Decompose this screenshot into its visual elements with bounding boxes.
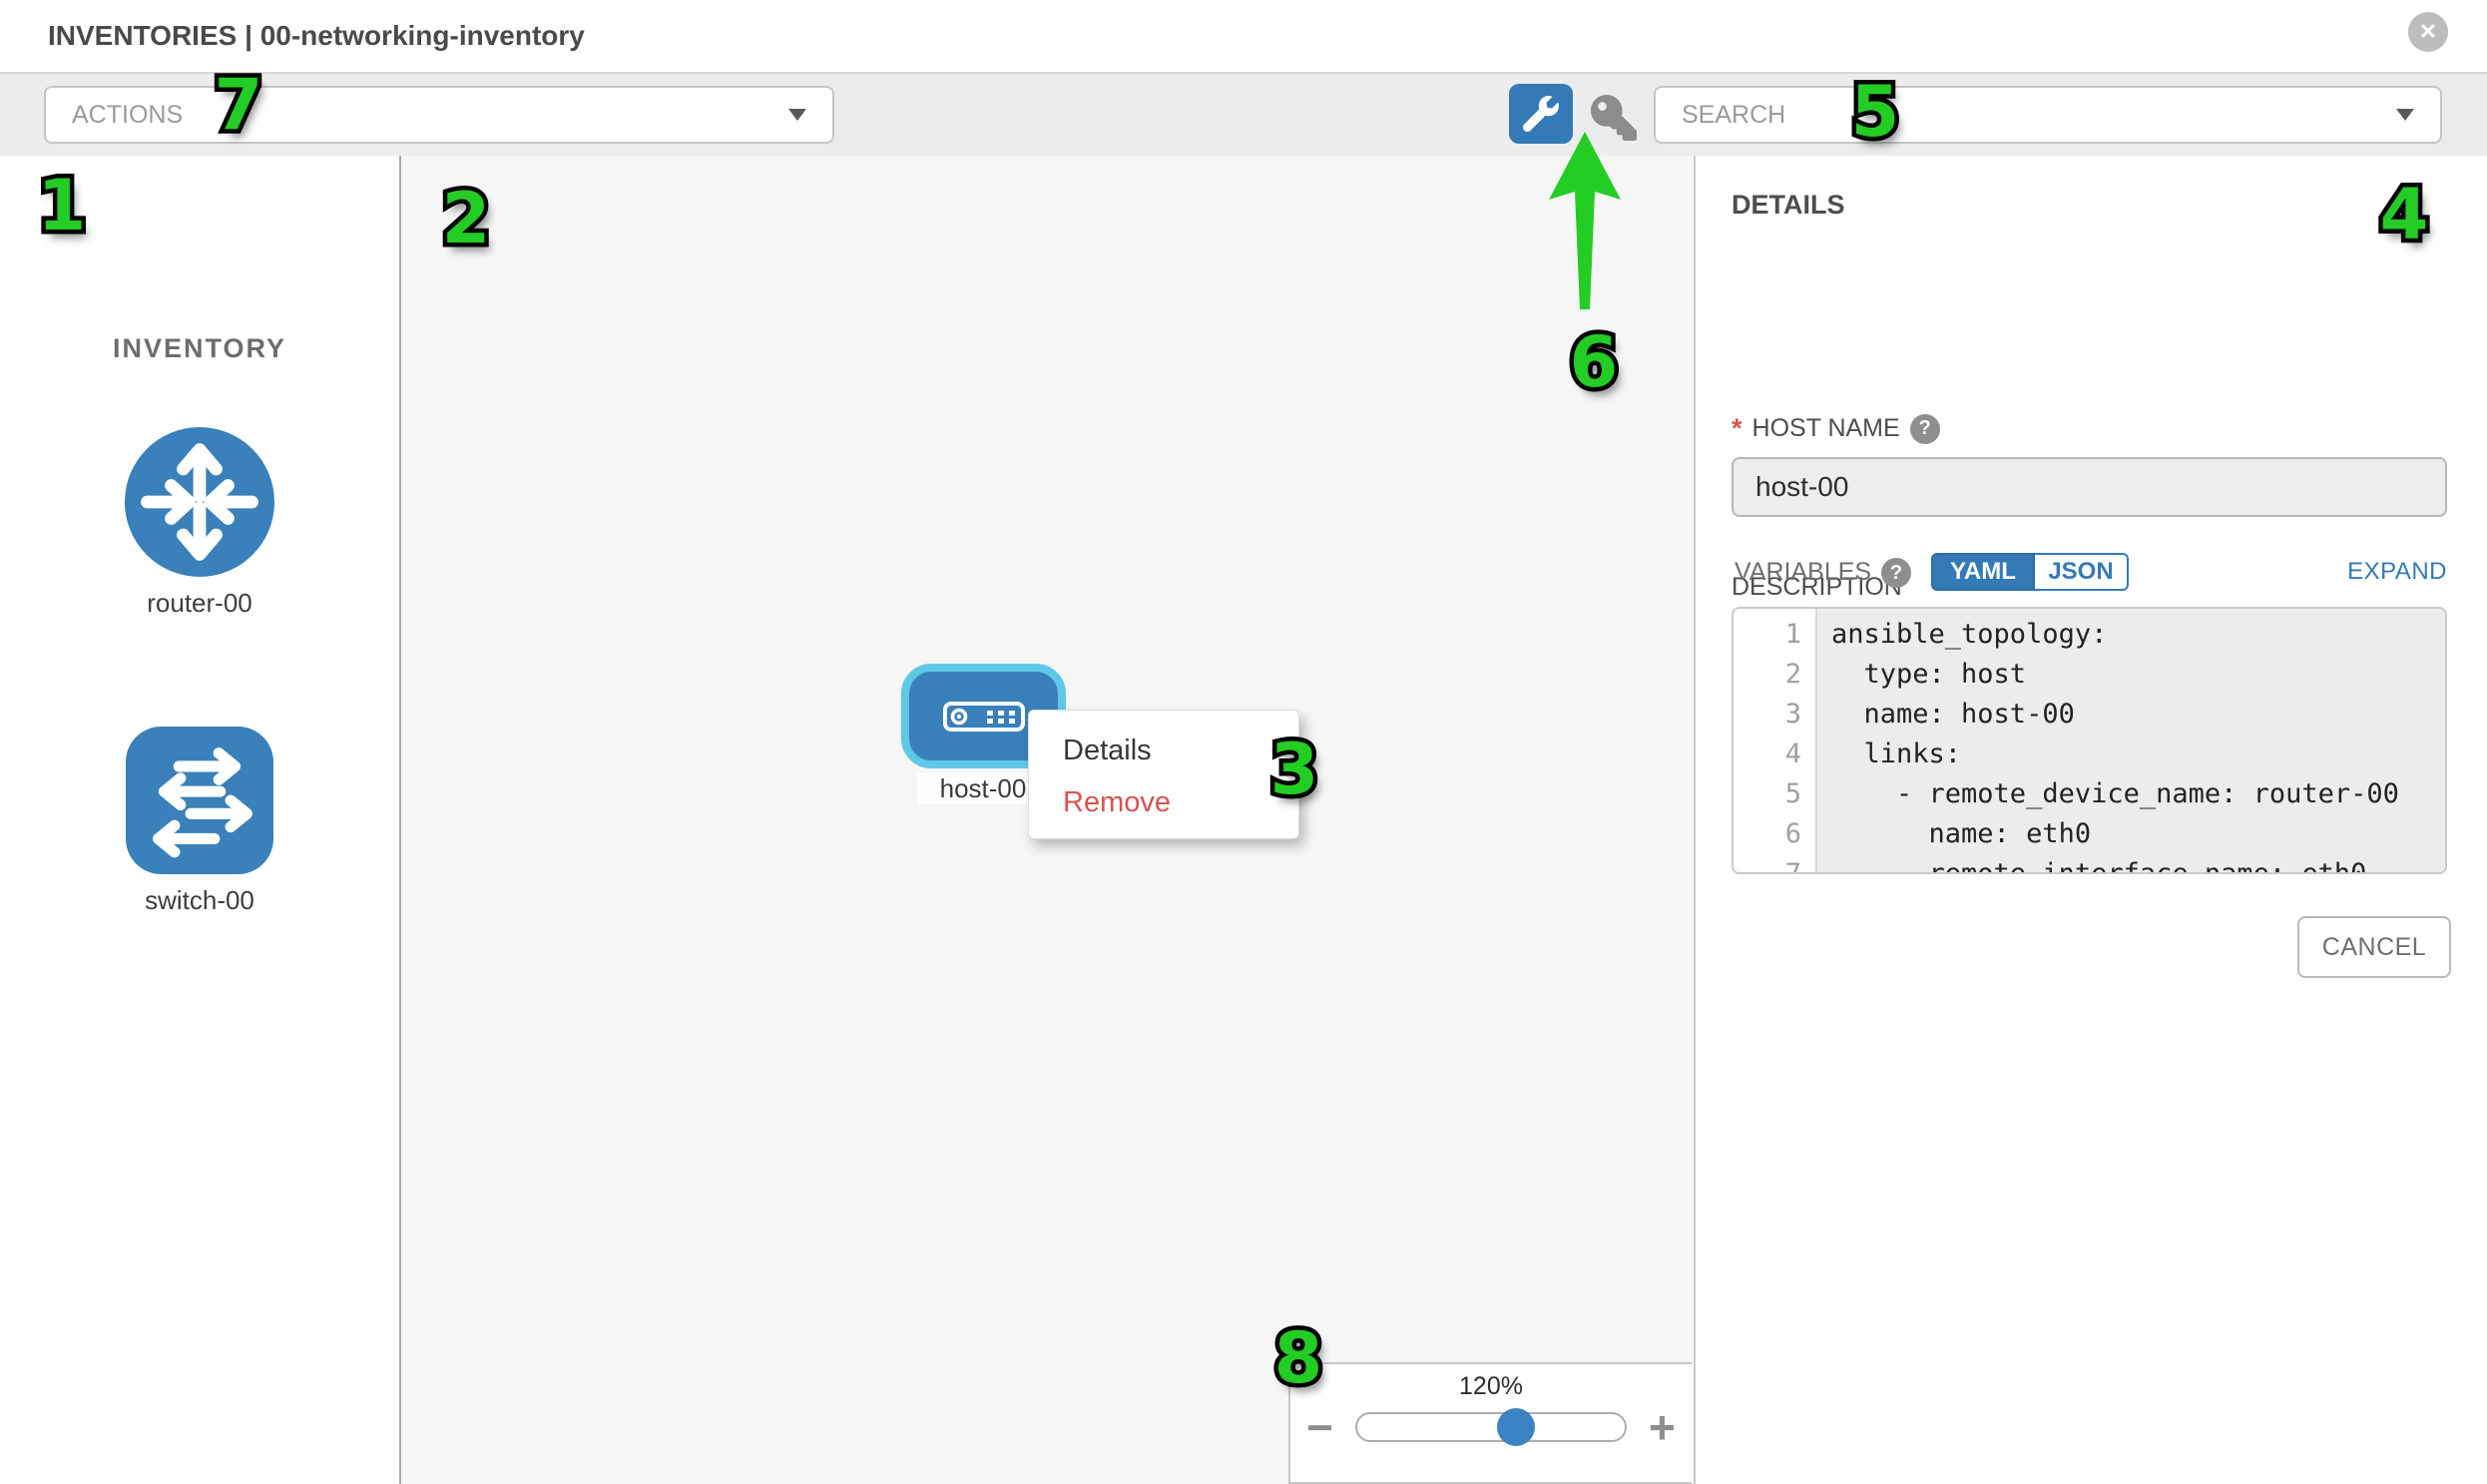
close-icon[interactable]: ✕: [2408, 12, 2448, 52]
host-icon: [943, 702, 1025, 732]
format-toggle: YAML JSON: [1931, 553, 2129, 591]
inventory-palette-sidebar: INVENTORY router-00: [0, 156, 401, 1484]
context-menu-item-remove[interactable]: Remove: [1029, 776, 1298, 828]
palette-item-switch[interactable]: switch-00: [0, 727, 399, 916]
code-line: 1ansible_topology:: [1734, 615, 2445, 655]
tools-button[interactable]: [1509, 84, 1573, 144]
expand-link[interactable]: EXPAND: [2347, 558, 2447, 586]
zoom-out-button[interactable]: −: [1306, 1407, 1333, 1447]
toolbar: ACTIONS SEARCH: [0, 74, 2487, 158]
context-menu-item-details[interactable]: Details: [1029, 725, 1298, 776]
code-line: 2 type: host: [1734, 655, 2445, 695]
router-icon: [125, 427, 274, 577]
palette-item-router[interactable]: router-00: [0, 427, 399, 619]
header: INVENTORIES | 00-networking-inventory ✕: [0, 0, 2487, 74]
details-panel: DETAILS * HOST NAME ? DESCRIPTION VARIAB…: [1696, 156, 2487, 1484]
inventory-topology-page: INVENTORIES | 00-networking-inventory ✕ …: [0, 0, 2487, 1484]
palette-item-label: router-00: [0, 588, 399, 619]
details-panel-title: DETAILS: [1732, 190, 1845, 221]
wrench-icon: [1523, 96, 1559, 132]
code-line: 7 remote_interface_name: eth0: [1734, 854, 2445, 874]
host-name-label: HOST NAME: [1752, 414, 1900, 443]
toggle-json-button[interactable]: JSON: [2035, 553, 2129, 591]
variables-label: VARIABLES: [1735, 558, 1871, 587]
help-icon[interactable]: ?: [1881, 558, 1911, 588]
toggle-yaml-button[interactable]: YAML: [1931, 553, 2035, 591]
code-line: 6 name: eth0: [1734, 814, 2445, 854]
sidebar-title: INVENTORY: [0, 333, 399, 364]
zoom-level-value: 120%: [1290, 1372, 1692, 1401]
actions-dropdown[interactable]: ACTIONS: [44, 86, 834, 144]
zoom-slider[interactable]: [1355, 1412, 1627, 1442]
zoom-in-button[interactable]: +: [1649, 1407, 1676, 1447]
node-context-menu: Details Remove: [1028, 710, 1299, 839]
close-x-glyph: ✕: [2419, 19, 2437, 45]
key-icon: [1591, 95, 1637, 141]
switch-icon: [124, 727, 275, 874]
search-dropdown-label: SEARCH: [1682, 101, 1785, 130]
variables-code-editor[interactable]: 1ansible_topology: 2 type: host 3 name: …: [1732, 607, 2447, 874]
required-asterisk: *: [1732, 413, 1742, 444]
cancel-button[interactable]: CANCEL: [2297, 916, 2451, 978]
chevron-down-icon: [2396, 109, 2414, 121]
host-name-input[interactable]: [1732, 457, 2447, 517]
actions-dropdown-label: ACTIONS: [72, 101, 183, 130]
topology-canvas[interactable]: host-00 Details Remove 120% − +: [401, 156, 1696, 1484]
code-line: 4 links:: [1734, 735, 2445, 774]
host-name-label-row: * HOST NAME ?: [1732, 413, 1940, 444]
code-line: 3 name: host-00: [1734, 695, 2445, 735]
zoom-slider-thumb[interactable]: [1497, 1408, 1535, 1446]
variables-header-row: VARIABLES ? YAML JSON EXPAND: [1732, 553, 2447, 593]
code-line: 5 - remote_device_name: router-00: [1734, 774, 2445, 814]
palette-item-label: switch-00: [0, 885, 399, 916]
search-dropdown[interactable]: SEARCH: [1654, 86, 2442, 144]
zoom-control-panel: 120% − +: [1288, 1362, 1692, 1484]
chevron-down-icon: [788, 109, 806, 121]
credentials-key-button[interactable]: [1589, 96, 1639, 140]
help-icon[interactable]: ?: [1910, 414, 1940, 444]
page-title: INVENTORIES | 00-networking-inventory: [48, 0, 585, 72]
